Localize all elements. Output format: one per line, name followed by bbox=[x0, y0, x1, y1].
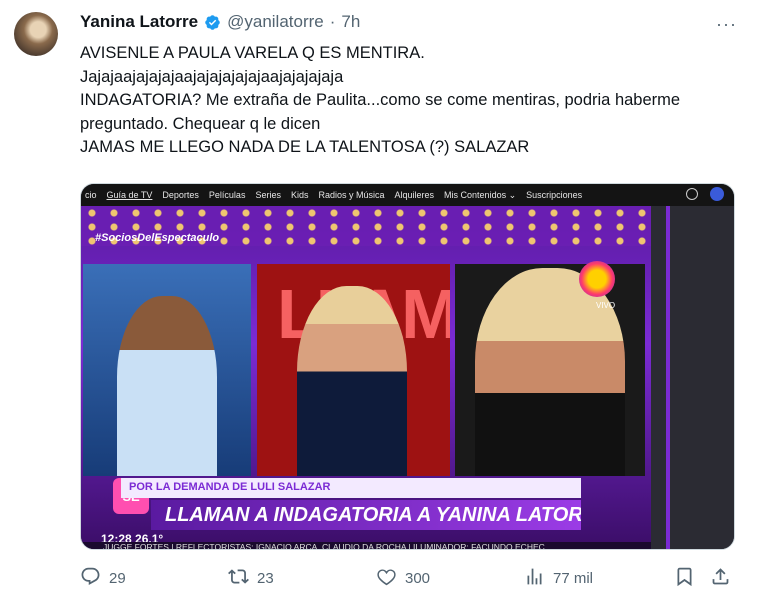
tweet-actions: 29 23 300 77 mil bbox=[80, 566, 730, 596]
like-button[interactable]: 300 bbox=[376, 566, 430, 591]
reply-icon bbox=[80, 566, 101, 591]
salazar-figure bbox=[475, 268, 625, 476]
channel-logo-icon bbox=[579, 261, 615, 297]
tv-stage: #SociosDelEspectaculo LLAM VIVO SE POR L… bbox=[81, 206, 651, 549]
tv-nav-item: Películas bbox=[208, 190, 246, 200]
views-chart-icon bbox=[524, 566, 545, 591]
tv-profile-icon bbox=[710, 187, 724, 201]
tv-nav-item: Alquileres bbox=[394, 190, 435, 200]
bookmark-icon bbox=[674, 566, 695, 591]
verified-badge-icon bbox=[204, 14, 221, 31]
retweet-icon bbox=[228, 566, 249, 591]
tv-nav-item: Mis Contenidos ⌄ bbox=[444, 189, 517, 200]
screen-edge bbox=[651, 206, 734, 549]
views-button[interactable]: 77 mil bbox=[524, 566, 593, 591]
tv-nav-item: Series bbox=[255, 190, 281, 200]
like-count: 300 bbox=[405, 570, 431, 587]
heart-icon bbox=[376, 566, 397, 591]
retweet-button[interactable]: 23 bbox=[228, 566, 274, 591]
tweet-media-image[interactable]: cio Guía de TV Deportes Películas Series… bbox=[80, 183, 735, 550]
panel-host bbox=[83, 264, 251, 476]
separator-dot: · bbox=[329, 12, 336, 31]
tv-nav-item: cio bbox=[85, 190, 97, 200]
share-button[interactable] bbox=[710, 566, 731, 591]
tv-nav-bar: cio Guía de TV Deportes Películas Series… bbox=[81, 184, 734, 206]
tweet-text: AVISENLE A PAULA VARELA Q ES MENTIRA. Ja… bbox=[80, 44, 681, 156]
views-count: 77 mil bbox=[553, 570, 594, 587]
tv-nav-item: Deportes bbox=[162, 190, 199, 200]
panel-yanina: LLAM bbox=[257, 264, 450, 476]
reply-button[interactable]: 29 bbox=[80, 566, 126, 591]
tv-nav-item: Kids bbox=[290, 190, 309, 200]
author-handle[interactable]: @yanilatorre bbox=[227, 12, 324, 32]
lower-third: POR LA DEMANDA DE LULI SALAZAR bbox=[121, 478, 581, 498]
retweet-count: 23 bbox=[257, 570, 274, 587]
panel-salazar bbox=[455, 264, 645, 476]
tweet-header: Yanina Latorre @yanilatorre · 7h bbox=[80, 12, 360, 32]
bookmark-button[interactable] bbox=[674, 566, 695, 591]
tv-search-icon bbox=[686, 188, 698, 200]
news-ticker: JUGGE FORTES | REFLECTORISTAS: IGNACIO A… bbox=[81, 542, 651, 549]
tv-nav-item: Radios y Música bbox=[318, 190, 385, 200]
author-name[interactable]: Yanina Latorre bbox=[80, 12, 198, 32]
more-options-icon[interactable]: ··· bbox=[716, 14, 737, 35]
yanina-figure bbox=[297, 286, 407, 476]
host-figure bbox=[117, 296, 217, 476]
live-label: VIVO bbox=[596, 301, 616, 310]
tv-nav-item: Suscripciones bbox=[526, 190, 583, 200]
share-icon bbox=[710, 566, 731, 591]
author-avatar[interactable] bbox=[14, 12, 58, 56]
reply-count: 29 bbox=[109, 570, 126, 587]
tv-nav-item: Guía de TV bbox=[106, 190, 153, 200]
show-hashtag: #SociosDelEspectaculo bbox=[95, 232, 220, 244]
tweet-time[interactable]: 7h bbox=[341, 12, 360, 32]
news-headline: LLAMAN A INDAGATORIA A YANINA LATORRE bbox=[151, 500, 581, 530]
